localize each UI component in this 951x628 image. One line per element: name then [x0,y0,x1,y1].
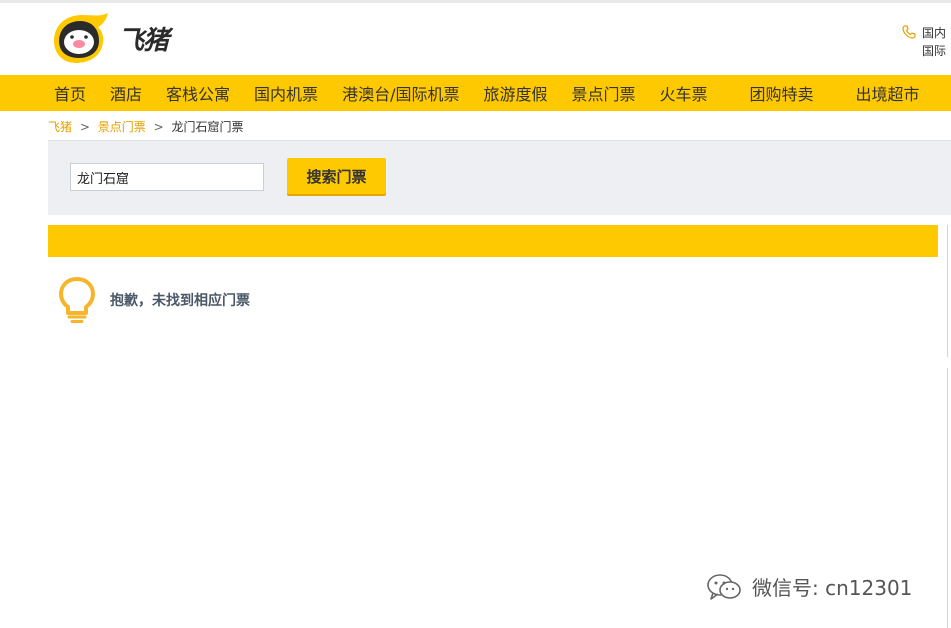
side-panel-edge [947,225,951,357]
nav-item-outbound-market[interactable]: 出境超市 [856,81,920,105]
nav-item-tickets[interactable]: 景点门票 [571,81,635,105]
breadcrumb-separator: > [79,120,90,134]
breadcrumb-current: 龙门石窟门票 [171,120,244,134]
nav-item-home[interactable]: 首页 [54,81,86,105]
results-header-bar [48,225,938,257]
nav-item-vacation[interactable]: 旅游度假 [483,81,547,105]
no-results-message: 抱歉，未找到相应门票 [110,293,250,309]
nav-item-hotel[interactable]: 酒店 [110,81,142,105]
lightbulb-icon [59,277,95,323]
search-tickets-button[interactable]: 搜索门票 [287,158,386,194]
breadcrumb-home-link[interactable]: 飞猪 [48,120,72,134]
side-panel-edge [947,368,951,628]
search-panel: 搜索门票 [48,140,951,215]
watermark-text: 微信号: cn12301 [752,576,913,600]
site-logo[interactable]: 飞猪 [48,11,176,65]
phone-icon [902,25,916,39]
nav-item-inn[interactable]: 客栈公寓 [166,81,230,105]
nav-item-domestic-flights[interactable]: 国内机票 [254,81,318,105]
brand-name: 飞猪 [118,25,169,56]
breadcrumb-category-link[interactable]: 景点门票 [98,120,146,134]
nav-item-international-flights[interactable]: 港澳台/国际机票 [342,81,459,105]
main-nav: 首页 酒店 客栈公寓 国内机票 港澳台/国际机票 旅游度假 景点门票 火车票 团… [0,75,951,111]
wechat-icon [707,573,741,600]
breadcrumb-separator: > [153,120,164,134]
nav-item-train[interactable]: 火车票 [660,81,708,105]
search-input[interactable] [70,163,264,191]
fliggy-pig-icon [54,13,108,63]
hotline-international: 国际 [922,44,947,58]
hotline: 国内 国际 [902,24,946,60]
breadcrumb: 飞猪 > 景点门票 > 龙门石窟门票 [48,118,243,135]
watermark: 微信号: cn12301 [706,572,912,601]
top-rule [0,0,951,3]
nav-item-group-deals[interactable]: 团购特卖 [750,81,814,105]
